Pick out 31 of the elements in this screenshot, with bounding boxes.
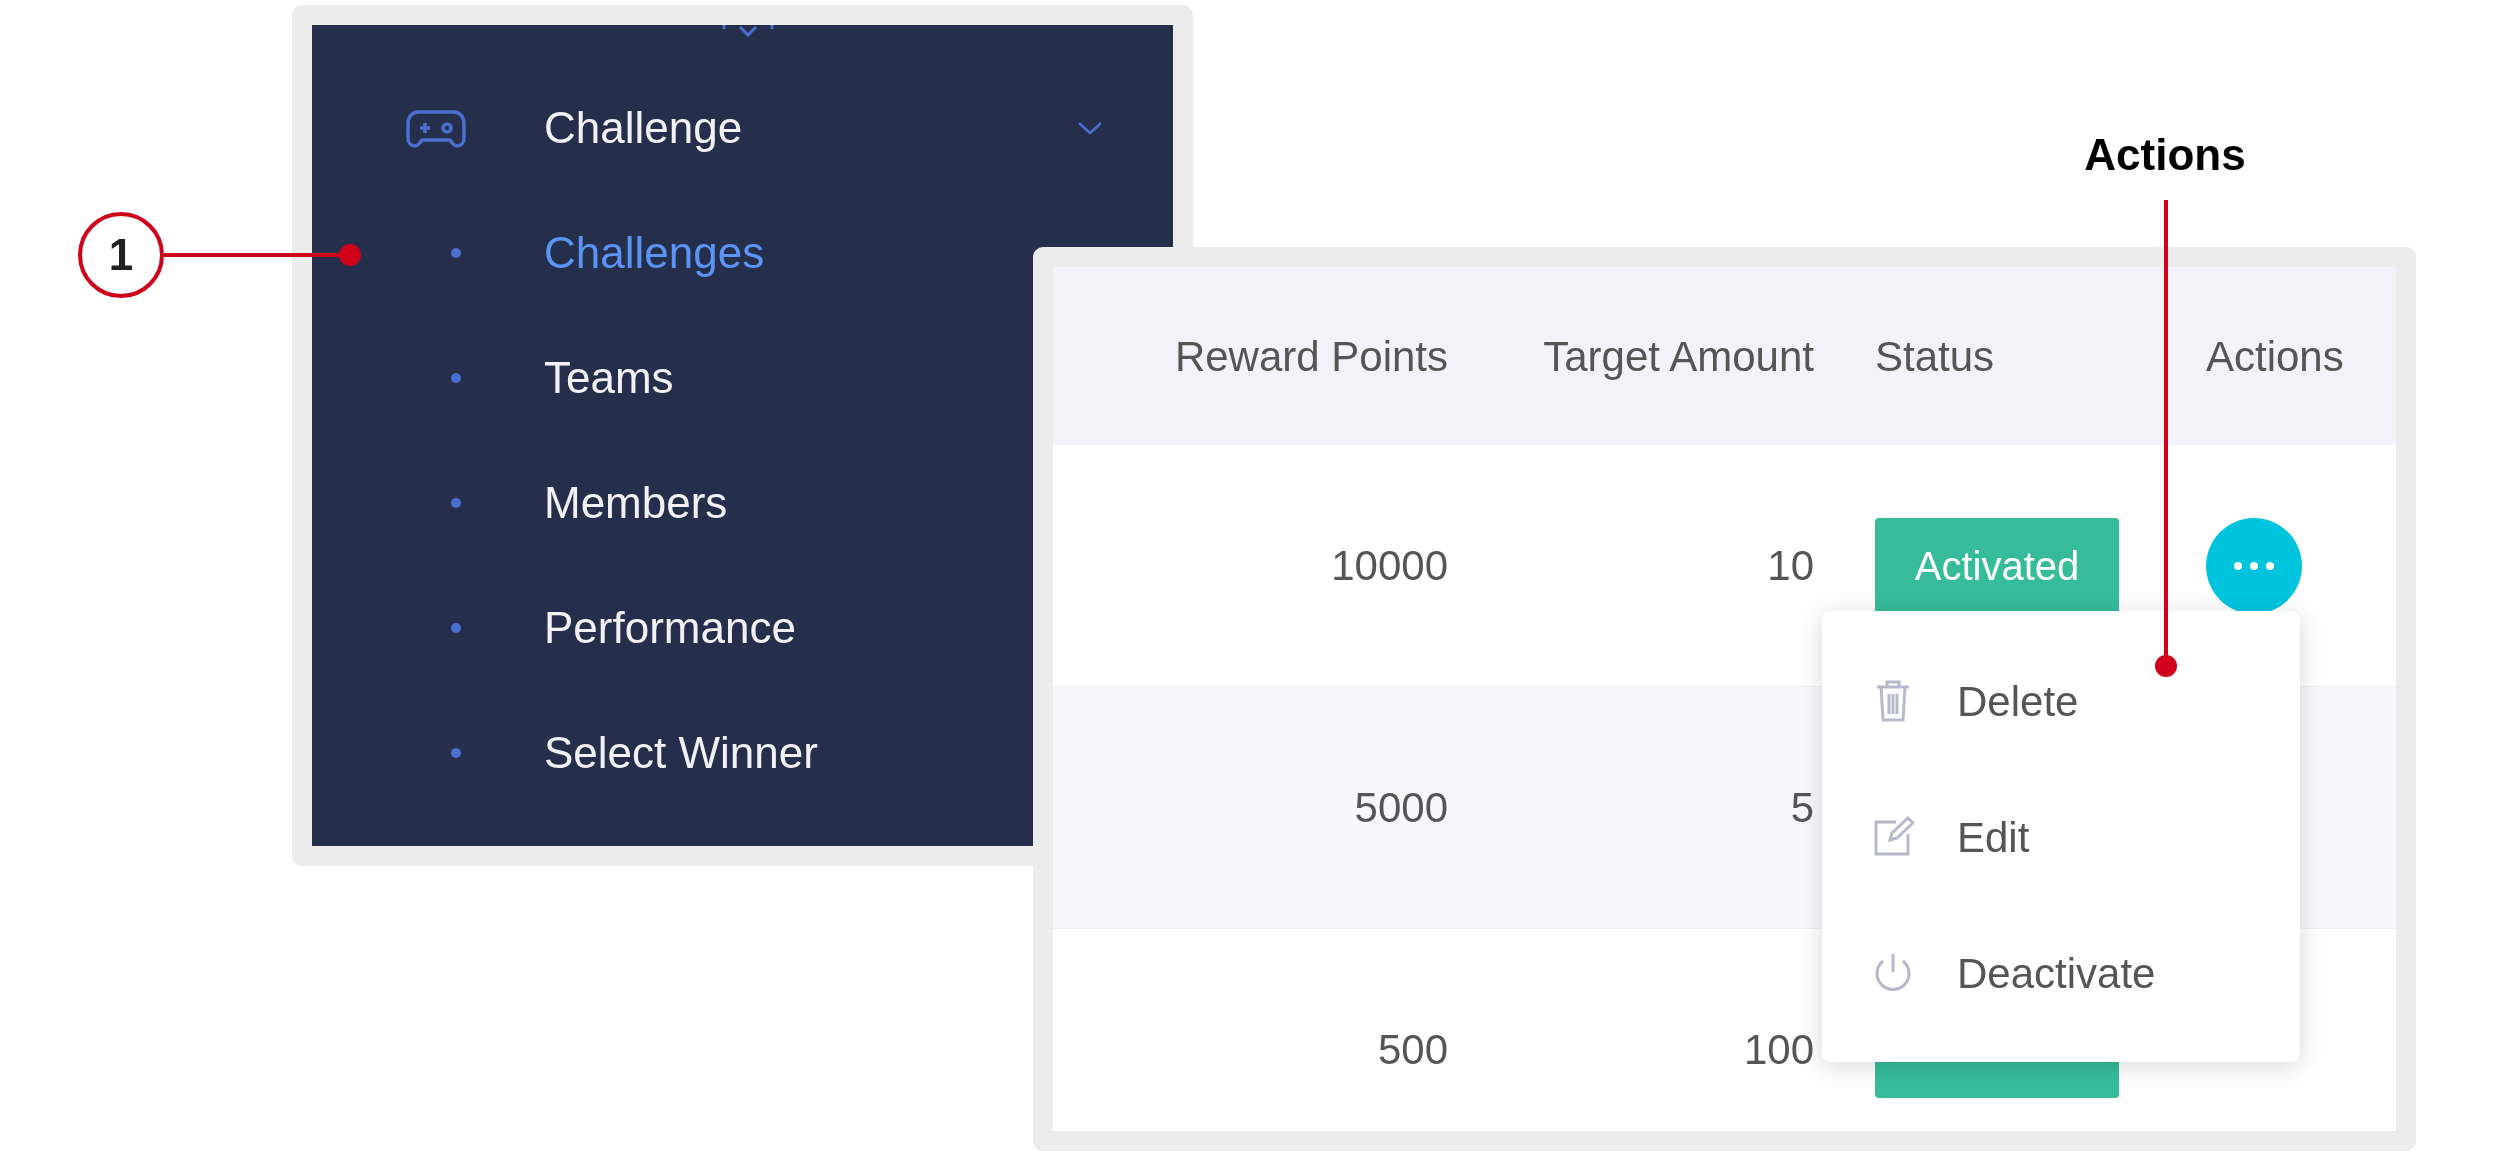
column-header: Reward Points [1173, 331, 1449, 382]
sidebar-item[interactable]: Teams [544, 344, 674, 411]
sidebar-group[interactable]: Challenge [312, 65, 1173, 190]
menu-item[interactable]: Edit [1822, 769, 2300, 905]
chevron-icon [1077, 119, 1103, 136]
bullet-icon [451, 622, 461, 633]
ellipsis-icon [2234, 561, 2274, 570]
table-cell-text: 5000 [1354, 783, 1448, 833]
bullet-icon [451, 747, 461, 758]
sidebar-item[interactable]: Members [544, 469, 728, 536]
sidebar-item[interactable]: Performance [544, 594, 796, 661]
sidebar-item[interactable]: Challenges [544, 219, 765, 286]
bullet-icon [451, 247, 461, 258]
column-header: Status [1874, 331, 1996, 382]
bullet-icon [451, 372, 461, 383]
column-header: Target Amount [1542, 331, 1815, 382]
table-cell-text: 500 [1377, 1025, 1448, 1075]
table-cell-text: 5 [1790, 783, 1814, 833]
table-cell-text: 100 [1743, 1025, 1814, 1075]
status-badge: Activated [1875, 517, 2119, 614]
callout-badge: 1 [78, 212, 164, 298]
bullet-icon [451, 497, 461, 508]
menu-item[interactable]: Delete [1822, 633, 2300, 769]
edit-icon [1872, 816, 1914, 858]
sidebar-item[interactable]: Select Winner [544, 719, 818, 786]
table-cell-text: 10 [1767, 541, 1814, 591]
menu-item[interactable]: Deactivate [1822, 905, 2300, 1041]
annotation-label: Actions [2084, 129, 2246, 181]
table-cell-text: 10000 [1331, 541, 1448, 591]
column-header: Actions [2205, 331, 2345, 382]
gamepad-icon [406, 107, 466, 148]
